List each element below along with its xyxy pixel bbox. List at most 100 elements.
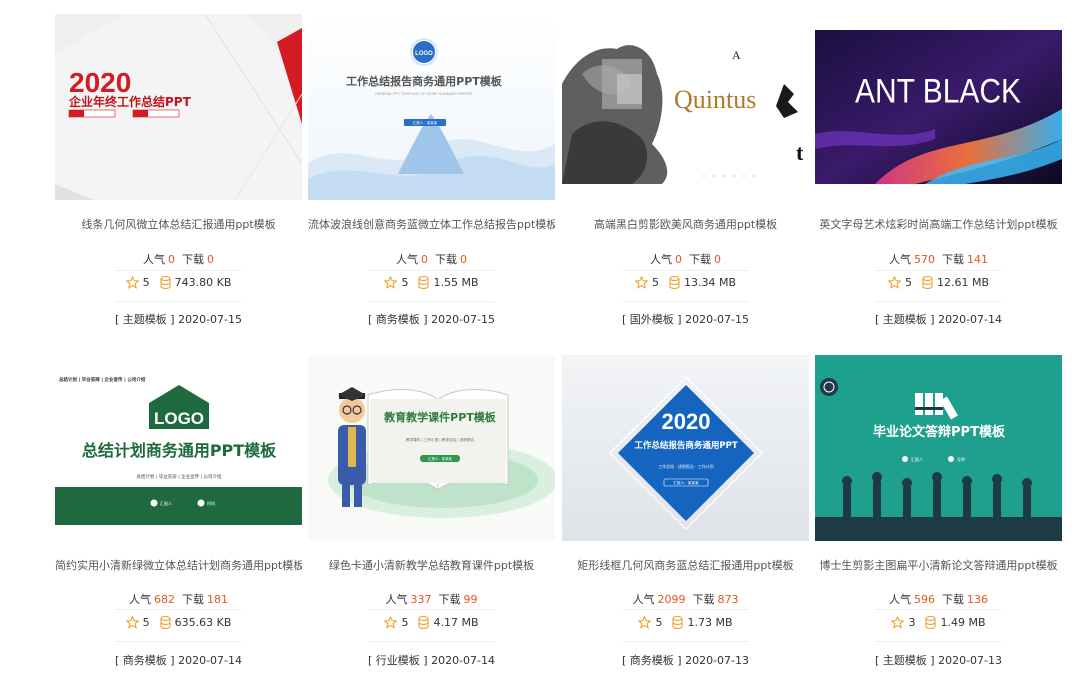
- svg-text:t: t: [796, 140, 804, 165]
- downloads-label: 下载: [438, 593, 461, 606]
- category-link[interactable]: [ 主题模板 ]: [875, 313, 935, 326]
- popularity-value: 682: [154, 593, 175, 606]
- template-category-date: [ 国外模板 ] 2020-07-15: [562, 311, 809, 327]
- template-title[interactable]: 博士生剪影主图扁平小清新论文答辩通用ppt模板: [815, 557, 1062, 573]
- category-link[interactable]: [ 主题模板 ]: [875, 654, 935, 667]
- template-grid: 2020 企业年终工作总结PPT 线条几何风微立体总结汇报通用ppt模板 人气 0…: [0, 0, 1080, 681]
- popularity-label: 人气: [632, 593, 655, 606]
- template-title[interactable]: 矩形线框几何风商务蓝总结汇报通用ppt模板: [562, 557, 809, 573]
- rating-value: 5: [651, 276, 659, 289]
- template-stats: 人气 0 下载 0: [308, 251, 555, 267]
- thumbnail-image: 2020 工作总结报告商务通用PPT 工作总结 · 述职报告 · 工作计划 汇报…: [562, 355, 809, 541]
- template-category-date: [ 行业模板 ] 2020-07-14: [308, 652, 555, 668]
- category-link[interactable]: [ 商务模板 ]: [622, 654, 682, 667]
- template-thumbnail[interactable]: 2020 工作总结报告商务通用PPT 工作总结 · 述职报告 · 工作计划 汇报…: [562, 355, 809, 541]
- file-size-value: 4.17 MB: [433, 616, 479, 629]
- divider: [622, 641, 749, 642]
- downloads-label: 下载: [692, 593, 715, 606]
- template-thumbnail[interactable]: 总结计划 | 毕业答辩 | 企业宣传 | 公司介绍 LOGO 总结计划商务通用P…: [55, 355, 302, 541]
- rating-value: 3: [908, 616, 916, 629]
- template-stats: 人气 682 下载 181: [55, 591, 302, 607]
- file-size-icon: [160, 275, 171, 292]
- template-stats: 人气 337 下载 99: [308, 591, 555, 607]
- svg-text:ANT BLACK: ANT BLACK: [855, 72, 1022, 110]
- popularity-value: 2099: [657, 593, 686, 606]
- file-size-icon: [922, 275, 933, 292]
- template-stats: 人气 0 下载 0: [55, 251, 302, 267]
- svg-text:教学课件 | 工作汇报 | 教学总结 | 述职报告: 教学课件 | 工作汇报 | 教学总结 | 述职报告: [406, 437, 474, 442]
- template-thumbnail[interactable]: 教育教学课件PPT模板 教学课件 | 工作汇报 | 教学总结 | 述职报告 汇报…: [308, 355, 555, 541]
- divider: [115, 301, 242, 302]
- upload-date: 2020-07-14: [938, 313, 1003, 326]
- popularity-value: 337: [410, 593, 432, 606]
- category-link[interactable]: [ 主题模板 ]: [115, 313, 175, 326]
- svg-text:A: A: [732, 48, 741, 62]
- star-icon: [124, 275, 140, 292]
- template-title[interactable]: 英文字母艺术炫彩时尚高端工作总结计划ppt模板: [815, 216, 1062, 232]
- star-icon: [637, 615, 653, 632]
- divider: [368, 270, 495, 271]
- thumbnail-image: LOGO 工作总结报告商务通用PPT模板 GENERAL PPT TEMPLAT…: [308, 14, 555, 200]
- svg-text:工作总结报告商务通用PPT: 工作总结报告商务通用PPT: [634, 440, 737, 451]
- svg-text:教育教学课件PPT模板: 教育教学课件PPT模板: [383, 410, 497, 424]
- category-link[interactable]: [ 商务模板 ]: [115, 654, 175, 667]
- downloads-label: 下载: [182, 593, 204, 606]
- file-size-icon: [925, 615, 937, 632]
- thumbnail-image: 毕业论文答辩PPT模板 汇报人 导师: [815, 355, 1062, 541]
- svg-text:汇报人：某某某: 汇报人：某某某: [673, 480, 699, 485]
- downloads-value: 99: [463, 593, 478, 606]
- template-thumbnail[interactable]: LOGO 工作总结报告商务通用PPT模板 GENERAL PPT TEMPLAT…: [308, 14, 555, 200]
- file-size-value: 13.34 MB: [683, 276, 737, 289]
- template-thumbnail[interactable]: 毕业论文答辩PPT模板 汇报人 导师: [815, 355, 1062, 541]
- popularity-value: 0: [675, 253, 682, 266]
- svg-text:总结计划 | 毕业答辩 | 企业宣传 | 公司介绍: 总结计划 | 毕业答辩 | 企业宣传 | 公司介绍: [136, 473, 222, 480]
- divider: [875, 609, 1002, 610]
- template-title[interactable]: 线条几何风微立体总结汇报通用ppt模板: [55, 216, 302, 232]
- svg-text:Quintus: Quintus: [674, 85, 756, 114]
- thumbnail-image: A Quintus t: [562, 14, 809, 200]
- svg-text:汇报人：某某某: 汇报人：某某某: [413, 120, 438, 125]
- template-title[interactable]: 流体波浪线创意商务蓝微立体工作总结报告ppt模板: [308, 216, 555, 232]
- popularity-label: 人气: [650, 253, 672, 266]
- file-size-value: 743.80 KB: [174, 276, 232, 289]
- thumbnail-image: 教育教学课件PPT模板 教学课件 | 工作汇报 | 教学总结 | 述职报告 汇报…: [308, 355, 555, 541]
- thumbnail-image: 总结计划 | 毕业答辩 | 企业宣传 | 公司介绍 LOGO 总结计划商务通用P…: [55, 355, 302, 541]
- file-size-icon: [669, 275, 680, 292]
- template-category-date: [ 主题模板 ] 2020-07-14: [815, 311, 1062, 327]
- upload-date: 2020-07-15: [431, 313, 496, 326]
- template-title[interactable]: 高端黑白剪影欧美风商务通用ppt模板: [562, 216, 809, 232]
- popularity-label: 人气: [129, 593, 151, 606]
- upload-date: 2020-07-14: [431, 654, 496, 667]
- template-thumbnail[interactable]: 2020 企业年终工作总结PPT: [55, 14, 302, 200]
- popularity-label: 人气: [889, 253, 911, 266]
- file-size-value: 1.55 MB: [433, 276, 479, 289]
- template-title[interactable]: 简约实用小清新绿微立体总结计划商务通用ppt模板: [55, 557, 302, 573]
- popularity-label: 人气: [143, 253, 165, 266]
- upload-date: 2020-07-14: [178, 654, 243, 667]
- rating-value: 5: [142, 616, 150, 629]
- svg-text:企业年终工作总结PPT: 企业年终工作总结PPT: [68, 94, 192, 109]
- divider: [368, 301, 495, 302]
- template-meta: 5 743.80 KB: [55, 275, 302, 292]
- template-thumbnail[interactable]: ANT BLACK: [815, 14, 1062, 200]
- upload-date: 2020-07-13: [938, 654, 1003, 667]
- category-link[interactable]: [ 商务模板 ]: [368, 313, 428, 326]
- divider: [875, 641, 1002, 642]
- popularity-label: 人气: [396, 253, 418, 266]
- template-stats: 人气 596 下载 136: [815, 591, 1062, 607]
- template-stats: 人气 0 下载 0: [562, 251, 809, 267]
- file-size-icon: [672, 615, 684, 632]
- category-link[interactable]: [ 行业模板 ]: [368, 654, 428, 667]
- template-meta: 5 1.55 MB: [308, 275, 555, 292]
- template-title[interactable]: 绿色卡通小清新教学总结教育课件ppt模板: [308, 557, 555, 573]
- svg-text:2020: 2020: [69, 67, 131, 98]
- category-link[interactable]: [ 国外模板 ]: [622, 313, 682, 326]
- file-size-value: 12.61 MB: [936, 276, 990, 289]
- template-meta: 5 635.63 KB: [55, 615, 302, 632]
- svg-text:汇报人: 汇报人: [911, 456, 923, 462]
- star-icon: [634, 275, 649, 292]
- divider: [368, 609, 495, 610]
- template-thumbnail[interactable]: A Quintus t: [562, 14, 809, 200]
- svg-text:GENERAL PPT TEMPLATE OF WORK S: GENERAL PPT TEMPLATE OF WORK SUMMARY REP…: [375, 92, 474, 96]
- divider: [368, 641, 495, 642]
